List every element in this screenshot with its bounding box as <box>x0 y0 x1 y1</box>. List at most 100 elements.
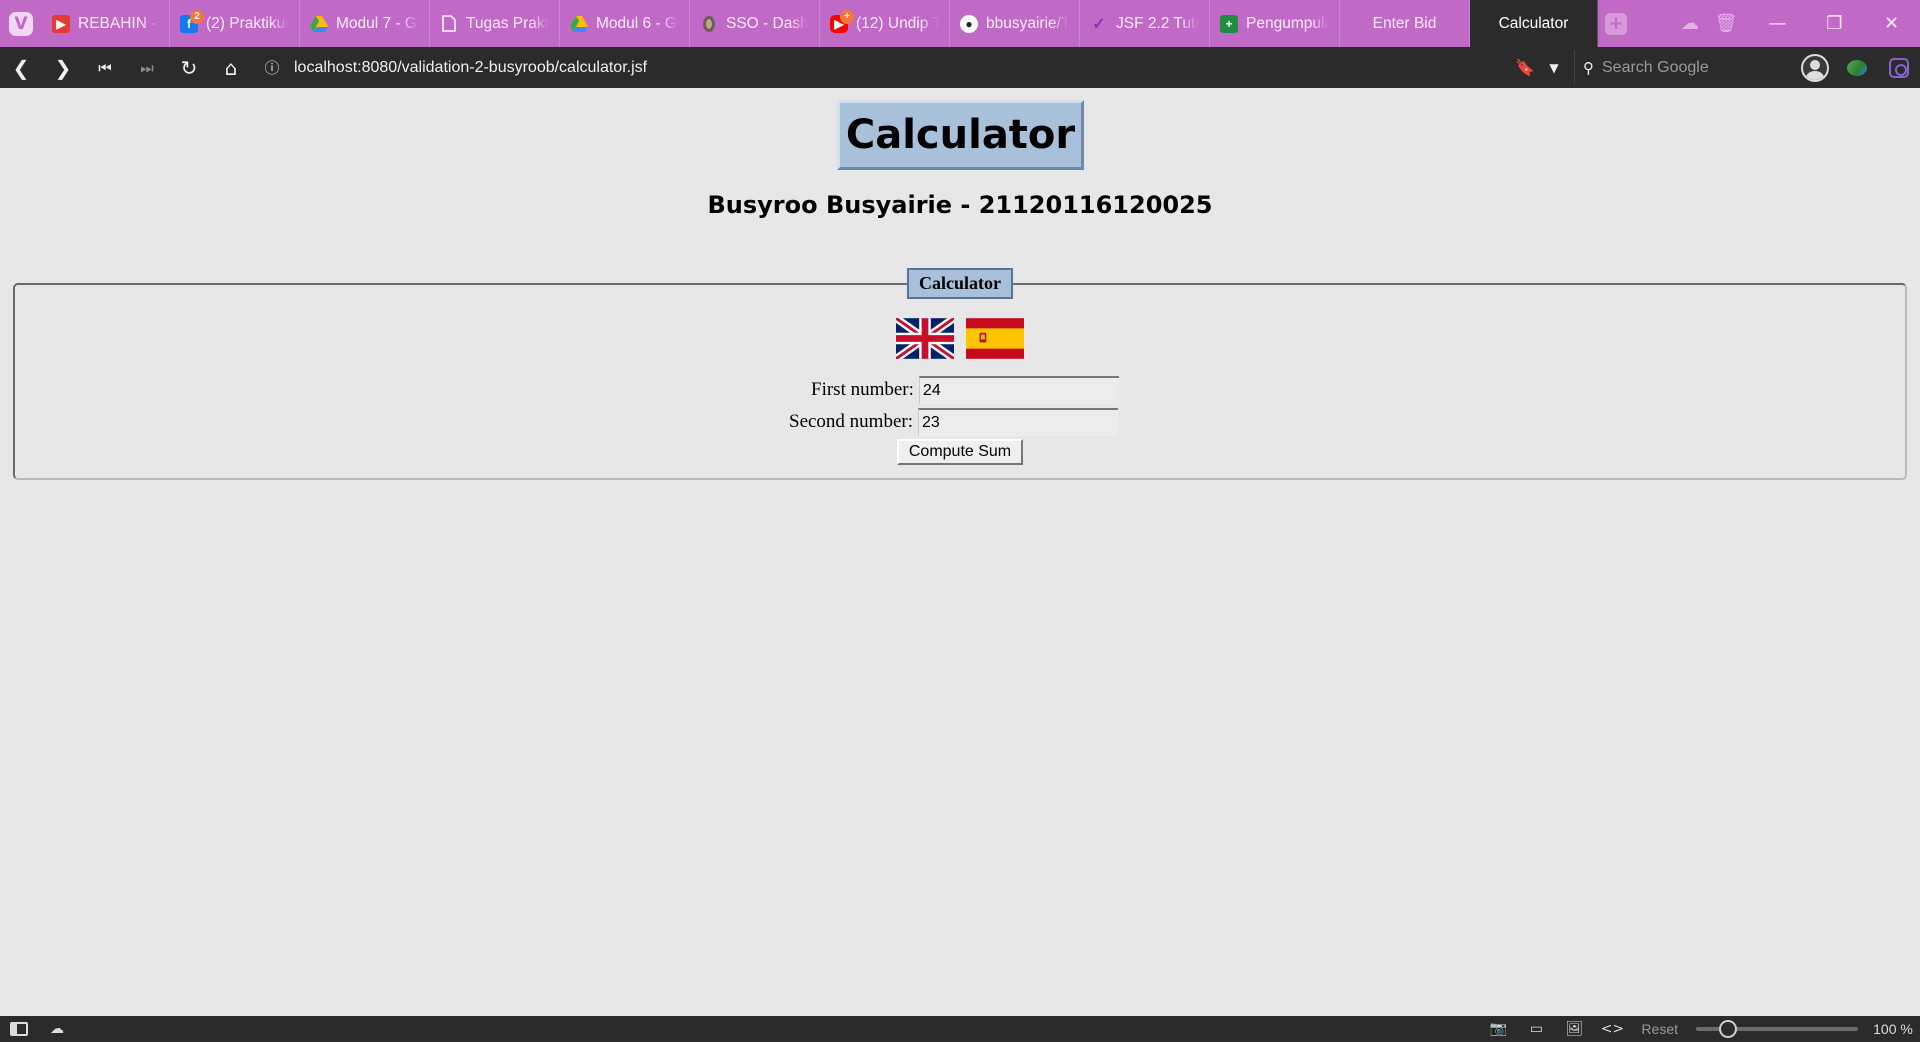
page-title: Calculator <box>845 112 1076 158</box>
search-input[interactable] <box>1602 58 1809 77</box>
author-subtitle: Busyroo Busyairie - 21120116120025 <box>707 191 1213 219</box>
tab-pengumpulan[interactable]: + Pengumpula <box>1210 0 1340 47</box>
chevron-right-icon: ❯ <box>54 55 72 80</box>
tab-tugas-praktik[interactable]: Tugas Praktik <box>430 0 560 47</box>
profile-button[interactable] <box>1794 53 1836 82</box>
zoom-slider-handle[interactable] <box>1719 1020 1738 1038</box>
tab-sso-dashboard[interactable]: SSO - Dashb <box>690 0 820 47</box>
tab-label: SSO - Dashb <box>726 14 809 32</box>
chevron-left-icon: ❮ <box>12 55 30 80</box>
cloud-icon: ☁ <box>1681 13 1699 34</box>
tab-label: Pengumpula <box>1246 14 1329 32</box>
tab-label: Enter Bid <box>1372 14 1437 32</box>
zoom-reset-button[interactable]: Reset <box>1641 1021 1678 1037</box>
new-tab-button[interactable]: + <box>1598 0 1634 47</box>
panel-toggle-button[interactable] <box>0 1016 38 1042</box>
images-toggle-button[interactable]: 🖼 <box>1555 1016 1593 1042</box>
tab-label: bbusyairie/T <box>986 14 1069 32</box>
compute-sum-button[interactable]: Compute Sum <box>897 439 1023 465</box>
tab-label: Tugas Praktik <box>466 14 549 32</box>
address-bar: ❮ ❯ ⏮ ⏭ ↻ ⌂ ⓘ localhost:8080/validation-… <box>0 47 1920 88</box>
tab-label: (12) Undip TV <box>856 14 939 32</box>
tab-label: REBAHIN - S <box>78 14 159 32</box>
zoom-slider[interactable] <box>1696 1020 1858 1038</box>
instagram-icon <box>1889 57 1909 78</box>
tab-bar: V ▶ REBAHIN - S f 2 (2) Praktikum Modul … <box>0 0 1920 47</box>
tab-enter-bid[interactable]: Enter Bid <box>1340 0 1470 47</box>
tab-strip: ▶ REBAHIN - S f 2 (2) Praktikum Modul 7 … <box>42 0 1598 47</box>
page-title-box: Calculator <box>837 100 1084 170</box>
back-button[interactable]: ❮ <box>0 47 42 88</box>
site-info-icon[interactable]: ⓘ <box>258 54 286 82</box>
tab-github[interactable]: ● bbusyairie/T <box>950 0 1080 47</box>
url-field[interactable]: ⓘ localhost:8080/validation-2-busyroob/c… <box>258 51 1568 84</box>
tab-label: Calculator <box>1498 14 1569 32</box>
url-text[interactable]: localhost:8080/validation-2-busyroob/cal… <box>294 59 647 77</box>
tab-label: Modul 7 - Go <box>336 14 419 32</box>
second-number-label: Second number: <box>789 411 914 432</box>
tab-jsf-tutorial[interactable]: ✓ JSF 2.2 Tutor <box>1080 0 1210 47</box>
first-number-label: First number: <box>811 379 914 400</box>
close-icon: ✕ <box>1883 13 1900 34</box>
first-number-input[interactable] <box>918 376 1119 404</box>
forward-button[interactable]: ❯ <box>42 47 84 88</box>
google-forms-favicon-icon: + <box>1220 14 1238 33</box>
second-number-input[interactable] <box>918 408 1119 436</box>
page-actions-button[interactable]: <> <box>1593 1016 1631 1042</box>
sync-status-button[interactable]: ☁ <box>38 1016 76 1042</box>
tab-label: (2) Praktikum <box>206 14 289 32</box>
extension-icon <box>1847 59 1867 76</box>
extension-button[interactable] <box>1836 59 1878 76</box>
tab-modul-6[interactable]: Modul 6 - Go <box>560 0 690 47</box>
vivaldi-logo-icon: V <box>9 11 33 36</box>
fast-forward-button[interactable]: ⏭ <box>126 47 168 88</box>
instagram-extension-button[interactable] <box>1878 57 1920 78</box>
sso-favicon-icon <box>700 15 718 33</box>
spain-flag-icon[interactable] <box>966 318 1024 359</box>
rebahin-favicon-icon: ▶ <box>52 14 70 33</box>
language-flags <box>896 318 1024 359</box>
restore-button[interactable]: ❐ <box>1806 0 1863 47</box>
notification-badge: + <box>840 10 854 24</box>
code-icon: <> <box>1600 1021 1625 1037</box>
status-bar-right: 📷 ▭ 🖼 <> Reset 100 % <box>1479 1016 1920 1042</box>
first-number-row: First number: <box>811 375 1119 405</box>
tab-praktikum[interactable]: f 2 (2) Praktikum <box>170 0 300 47</box>
page-content: Calculator Busyroo Busyairie - 211201161… <box>0 88 1920 1016</box>
notification-badge: 2 <box>190 10 204 24</box>
rewind-button[interactable]: ⏮ <box>84 47 126 88</box>
home-button[interactable]: ⌂ <box>210 47 252 88</box>
avatar-icon <box>1801 53 1829 82</box>
search-icon: ⚲ <box>1583 58 1594 77</box>
status-bar: ☁ 📷 ▭ 🖼 <> Reset 100 % <box>0 1016 1920 1042</box>
search-field[interactable]: ⚲ ▼ <box>1574 51 1817 84</box>
bookmark-icon[interactable]: 🔖 <box>1510 58 1540 77</box>
rewind-icon: ⏮ <box>98 58 112 77</box>
tiling-button[interactable]: ▭ <box>1517 1016 1555 1042</box>
tab-rebahin[interactable]: ▶ REBAHIN - S <box>42 0 170 47</box>
github-favicon-icon: ● <box>960 14 978 33</box>
minimize-icon: — <box>1768 13 1787 34</box>
zoom-level: 100 % <box>1873 1021 1913 1037</box>
url-dropdown-icon[interactable]: ▼ <box>1540 61 1568 75</box>
fieldset-legend: Calculator <box>907 268 1013 299</box>
panel-icon <box>10 1022 28 1036</box>
google-drive-favicon-icon <box>570 15 588 33</box>
tab-label: JSF 2.2 Tutor <box>1116 14 1199 32</box>
uk-flag-icon[interactable] <box>896 318 954 359</box>
reload-icon: ↻ <box>180 55 198 80</box>
tab-calculator[interactable]: Calculator <box>1470 0 1598 47</box>
capture-button[interactable]: 📷 <box>1479 1016 1517 1042</box>
sync-button[interactable]: ☁ <box>1672 0 1708 47</box>
restore-icon: ❐ <box>1826 13 1843 34</box>
vivaldi-menu-button[interactable]: V <box>0 0 42 47</box>
close-button[interactable]: ✕ <box>1863 0 1920 47</box>
trash-button[interactable]: 🗑 <box>1708 0 1744 47</box>
tab-modul-7[interactable]: Modul 7 - Go <box>300 0 430 47</box>
tab-undip-tv[interactable]: ▶ + (12) Undip TV <box>820 0 950 47</box>
reload-button[interactable]: ↻ <box>168 47 210 88</box>
window-controls: — ❐ ✕ <box>1749 0 1920 47</box>
minimize-button[interactable]: — <box>1749 0 1806 47</box>
plus-icon: + <box>1605 12 1627 35</box>
tile-icon: ▭ <box>1529 1021 1544 1037</box>
